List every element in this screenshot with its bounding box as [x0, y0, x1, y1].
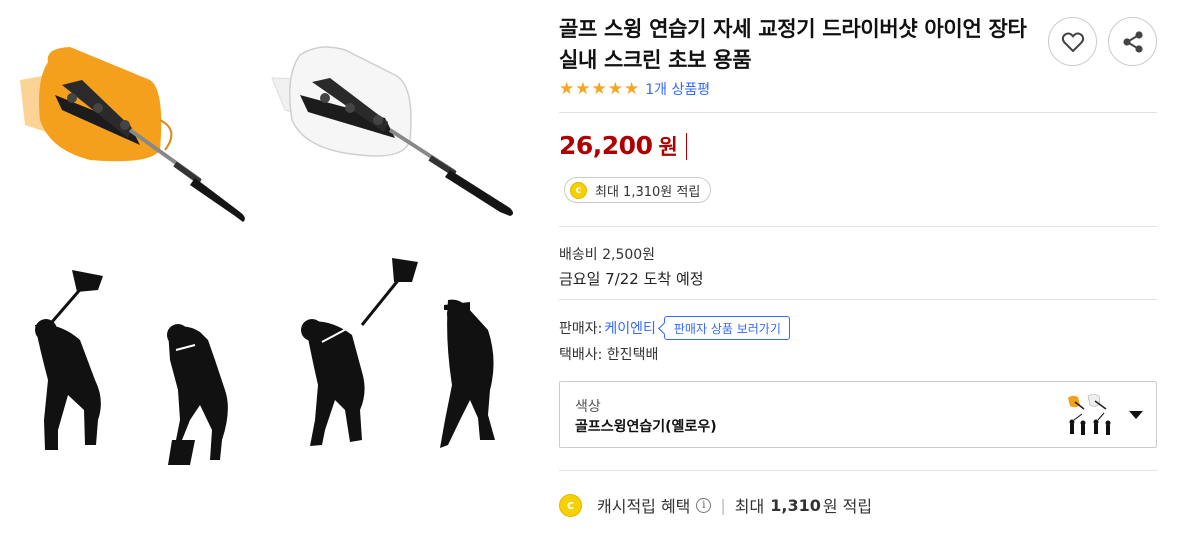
product-title: 골프 스윙 연습기 자세 교정기 드라이버샷 아이언 장타 실내 스크린 초보 … [559, 17, 1027, 72]
cash-reward-amount: 1,310 [770, 495, 821, 515]
divider [559, 470, 1157, 471]
rating-stars: ★ ★ ★ ★ ★ [559, 78, 640, 99]
option-label: 색상 [575, 399, 601, 415]
coin-icon: c [559, 493, 582, 517]
reward-chip-text: 최대 1,310원 적립 [595, 184, 701, 200]
divider [559, 226, 1157, 227]
option-selected-value: 골프스윙연습기(옐로우) [575, 419, 717, 435]
cash-reward-suffix: 원 적립 [822, 497, 873, 516]
reward-chip[interactable]: c 최대 1,310원 적립 [564, 177, 712, 203]
white-swing-trainer-image [271, 46, 513, 216]
seller-name-link[interactable]: 케이엔티 [604, 318, 656, 338]
shipping-fee: 배송비 2,500원 [559, 247, 656, 263]
color-option-select[interactable]: 색상 골프스윙연습기(옐로우) [559, 381, 1157, 448]
product-rating[interactable]: ★ ★ ★ ★ ★ 1개 상품평 [559, 80, 710, 98]
price-divider [685, 132, 687, 160]
orange-swing-trainer-image [20, 47, 245, 222]
caret-down-icon [1129, 411, 1143, 419]
price: 26,200 원 [559, 131, 687, 161]
divider [559, 112, 1157, 113]
option-thumbnail-image [1068, 394, 1111, 435]
star-icon: ★ [559, 78, 575, 99]
price-unit: 원 [658, 135, 678, 159]
star-icon: ★ [624, 78, 640, 99]
seller-row: 판매자: 케이엔티 판매자 상품 보러가기 [559, 316, 790, 340]
info-icon[interactable]: i [696, 497, 712, 513]
star-icon: ★ [591, 78, 607, 99]
star-icon: ★ [607, 78, 623, 99]
star-icon: ★ [575, 78, 591, 99]
divider [559, 299, 1157, 300]
share-button[interactable] [1108, 17, 1157, 66]
cash-reward-prefix: 최대 [734, 497, 765, 516]
golfer-silhouettes-image [35, 258, 495, 465]
review-count-link[interactable]: 1개 상품평 [645, 79, 710, 99]
delivery-estimate: 금요일 7/22 도착 예정 [559, 270, 704, 288]
share-icon [1122, 30, 1143, 53]
cash-reward-label: 캐시적립 혜택 [597, 497, 691, 516]
price-amount: 26,200 [559, 131, 653, 160]
product-image[interactable] [0, 0, 540, 538]
separator: | [720, 495, 726, 515]
seller-label: 판매자: [559, 321, 603, 337]
wishlist-button[interactable] [1048, 17, 1097, 66]
coin-icon: c [570, 181, 587, 199]
heart-icon [1061, 32, 1084, 52]
seller-store-button[interactable]: 판매자 상품 보러가기 [663, 316, 790, 340]
courier: 택배사: 한진택배 [559, 347, 659, 363]
cash-reward-row: c 캐시적립 혜택 i | 최대 1,310 원 적립 [559, 493, 872, 517]
